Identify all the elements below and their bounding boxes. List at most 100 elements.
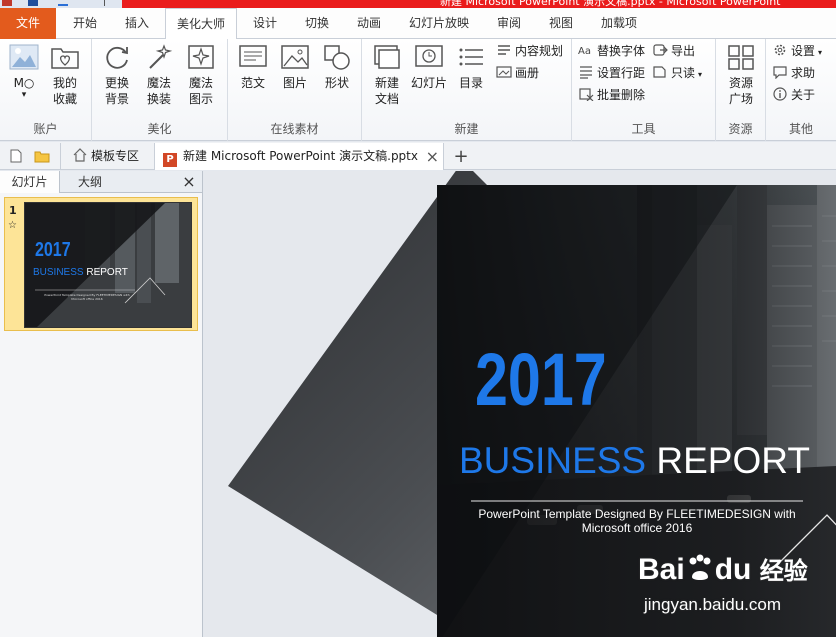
group-label: 工具 [631, 122, 656, 136]
tab-beautify-master[interactable]: 美化大师 [165, 8, 237, 40]
refresh-icon [106, 46, 128, 69]
table-of-contents-label: 目录 [458, 76, 483, 90]
group-account: M○ ▾ 我的 收藏 账户 [0, 39, 92, 141]
table-of-contents-button[interactable]: 目录 [452, 43, 490, 91]
readonly-label: 只读 [671, 66, 696, 80]
help-button[interactable]: 求助 [772, 63, 815, 83]
svg-text:Aa: Aa [578, 46, 591, 57]
magic-change-label: 魔法 换装 [146, 76, 171, 106]
new-file-icon[interactable] [10, 149, 22, 163]
magic-diagram-icon [188, 45, 214, 69]
tab-outline[interactable]: 大纲 [60, 171, 120, 193]
tab-insert[interactable]: 插入 [112, 8, 162, 39]
line-spacing-button[interactable]: 设置行距 [578, 63, 645, 83]
tab-addins[interactable]: 加载项 [588, 8, 650, 39]
magic-wand-icon [149, 44, 173, 69]
slide-subtitle[interactable]: PowerPoint Template Designed By FLEETIME… [467, 507, 807, 535]
account-user-label: M○ [13, 76, 35, 90]
picture-icon [281, 45, 309, 69]
watermark-brand-du: du [714, 553, 752, 586]
watermark-brand-cn: 经验 [759, 558, 808, 585]
open-folder-icon[interactable] [34, 149, 50, 163]
content-plan-icon [498, 45, 510, 55]
sample-template-button[interactable]: 范文 [234, 43, 272, 91]
slide-year[interactable]: 2017 [475, 343, 607, 417]
undo-icon[interactable] [58, 0, 68, 6]
new-slide-button[interactable]: 幻灯片 [410, 43, 448, 91]
settings-button[interactable]: 设置 ▾ [772, 41, 822, 61]
tab-home[interactable]: 开始 [60, 8, 110, 39]
folder-heart-icon [51, 48, 79, 69]
group-resources: 资源 广场 资源 [716, 39, 766, 141]
watermark-brand-bai: Bai [638, 553, 685, 586]
about-button[interactable]: 关于 [772, 85, 815, 105]
online-picture-button[interactable]: 图片 [276, 43, 314, 91]
customize-icon[interactable] [104, 0, 106, 6]
resource-square-label: 资源 广场 [728, 76, 753, 106]
tab-animations[interactable]: 动画 [344, 8, 394, 39]
album-icon [496, 66, 512, 78]
watermark-brand: Bai du 经验 [638, 551, 808, 587]
window-title: 新建 Microsoft PowerPoint 演示文稿.pptx - Micr… [440, 0, 781, 8]
app-icon [2, 0, 12, 6]
resource-square-button[interactable]: 资源 广场 [722, 43, 760, 107]
slide-subtitle-line1: PowerPoint Template Designed By FLEETIME… [478, 507, 796, 521]
thumbnail-background [25, 203, 191, 327]
document-tab-label: 新建 Microsoft PowerPoint 演示文稿.pptx [183, 149, 418, 163]
content-plan-button[interactable]: 内容规划 [496, 41, 563, 61]
group-other: 设置 ▾ 求助 关于 其他 [766, 39, 836, 141]
template-icon [239, 45, 267, 67]
close-icon[interactable]: × [426, 143, 439, 170]
slide-pane: 幻灯片 大纲 × 1 ☆ 2017 BUSINESS REPORT PowerP… [0, 171, 203, 637]
tab-transitions[interactable]: 切换 [292, 8, 342, 39]
line-spacing-label: 设置行距 [597, 66, 646, 80]
tab-template-zone[interactable]: 模板专区 [60, 143, 154, 170]
tab-view[interactable]: 视图 [536, 8, 586, 39]
thumbnail-preview: 2017 BUSINESS REPORT PowerPoint Template… [24, 202, 192, 328]
user-avatar-icon [9, 44, 39, 70]
powerpoint-window: 新建 Microsoft PowerPoint 演示文稿.pptx - Micr… [0, 0, 836, 637]
tab-document[interactable]: P 新建 Microsoft PowerPoint 演示文稿.pptx × [154, 143, 444, 170]
group-tools: Aa 替换字体 设置行距 批量删除 导出 只读 ▾ 工具 [572, 39, 716, 141]
chevron-down-icon: ▾ [818, 48, 823, 57]
slide-editor[interactable]: 2017 BUSINESS REPORT PowerPoint Template… [204, 171, 836, 637]
tab-design[interactable]: 设计 [240, 8, 290, 39]
save-icon[interactable] [28, 0, 38, 6]
batch-delete-label: 批量删除 [597, 88, 646, 102]
help-chat-icon [773, 66, 787, 79]
online-shape-button[interactable]: 形状 [318, 43, 356, 91]
baidu-watermark: Bai du 经验 jingyan.baidu.com [638, 543, 836, 637]
tab-review[interactable]: 审阅 [484, 8, 534, 39]
online-shape-label: 形状 [324, 76, 349, 90]
replace-font-button[interactable]: Aa 替换字体 [578, 41, 645, 61]
template-zone-label: 模板专区 [91, 149, 140, 163]
group-label: 在线素材 [270, 122, 319, 136]
magic-diagram-button[interactable]: 魔法 图示 [182, 43, 220, 107]
account-user-button[interactable]: M○ ▾ [4, 43, 44, 100]
new-tab-button[interactable]: + [450, 143, 472, 170]
slide-thumbnail[interactable]: 1 ☆ 2017 BUSINESS REPORT PowerPoint Temp… [4, 197, 198, 331]
album-label: 画册 [515, 66, 540, 80]
new-document-button[interactable]: 新建 文档 [368, 43, 406, 107]
magic-change-button[interactable]: 魔法 换装 [140, 43, 178, 107]
tab-file[interactable]: 文件 [0, 8, 56, 39]
batch-delete-button[interactable]: 批量删除 [578, 85, 645, 105]
close-icon[interactable]: × [178, 171, 200, 193]
slide-title[interactable]: BUSINESS REPORT [459, 441, 810, 481]
change-background-button[interactable]: 更换 背景 [98, 43, 136, 107]
new-document-label: 新建 文档 [374, 76, 399, 106]
my-favorites-button[interactable]: 我的 收藏 [46, 43, 84, 107]
paw-icon [689, 554, 711, 580]
about-label: 关于 [791, 88, 816, 102]
tab-slides[interactable]: 幻灯片 [0, 171, 60, 193]
grid-icon [728, 45, 754, 70]
group-label: 资源 [728, 122, 753, 136]
readonly-button[interactable]: 只读 ▾ [652, 63, 702, 83]
group-label: 其他 [788, 122, 813, 136]
export-button[interactable]: 导出 [652, 41, 695, 61]
ribbon: M○ ▾ 我的 收藏 账户 更换 背景 魔法 换装 魔法 图示 美化 范文 图片… [0, 39, 836, 141]
tab-slideshow[interactable]: 幻灯片放映 [398, 8, 480, 39]
help-label: 求助 [791, 66, 816, 80]
gear-icon [774, 44, 786, 56]
album-button[interactable]: 画册 [496, 63, 539, 83]
